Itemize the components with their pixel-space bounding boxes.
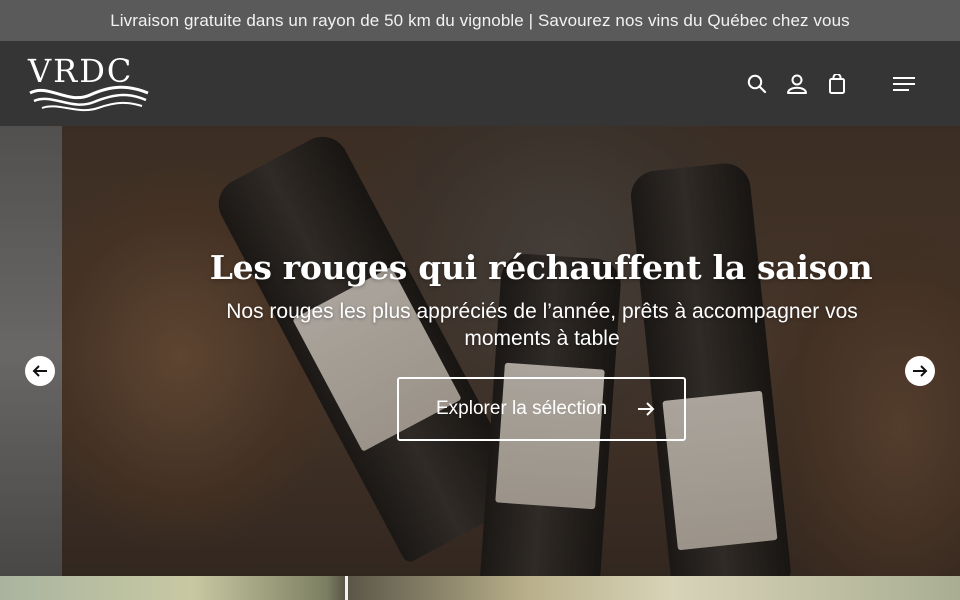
cart-icon[interactable] (826, 73, 848, 95)
site-header: VRDC (0, 41, 960, 126)
arrow-right-icon (638, 402, 655, 416)
logo-wave-icon (29, 85, 149, 112)
cta-label: Explorer la sélection (436, 398, 608, 419)
logo[interactable]: VRDC (28, 53, 150, 115)
hero-slider: Les rouges qui réchauffent la saison Nos… (0, 126, 960, 576)
announcement-text: Livraison gratuite dans un rayon de 50 k… (110, 10, 850, 30)
next-section-preview (0, 576, 960, 600)
section-divider (345, 576, 348, 600)
hero-subtitle: Nos rouges les plus appréciés de l’année… (226, 300, 858, 350)
explore-selection-button[interactable]: Explorer la sélection (397, 377, 686, 441)
announcement-bar: Livraison gratuite dans un rayon de 50 k… (0, 0, 960, 41)
account-icon[interactable] (786, 73, 808, 95)
slider-prev-button[interactable] (25, 356, 55, 386)
arrow-left-icon (32, 365, 47, 377)
menu-icon[interactable] (892, 73, 916, 95)
search-icon[interactable] (746, 73, 768, 95)
slider-next-button[interactable] (905, 356, 935, 386)
arrow-right-icon (913, 365, 928, 377)
header-actions (746, 71, 916, 97)
hero-title: Les rouges qui réchauffent la saison (209, 248, 873, 287)
